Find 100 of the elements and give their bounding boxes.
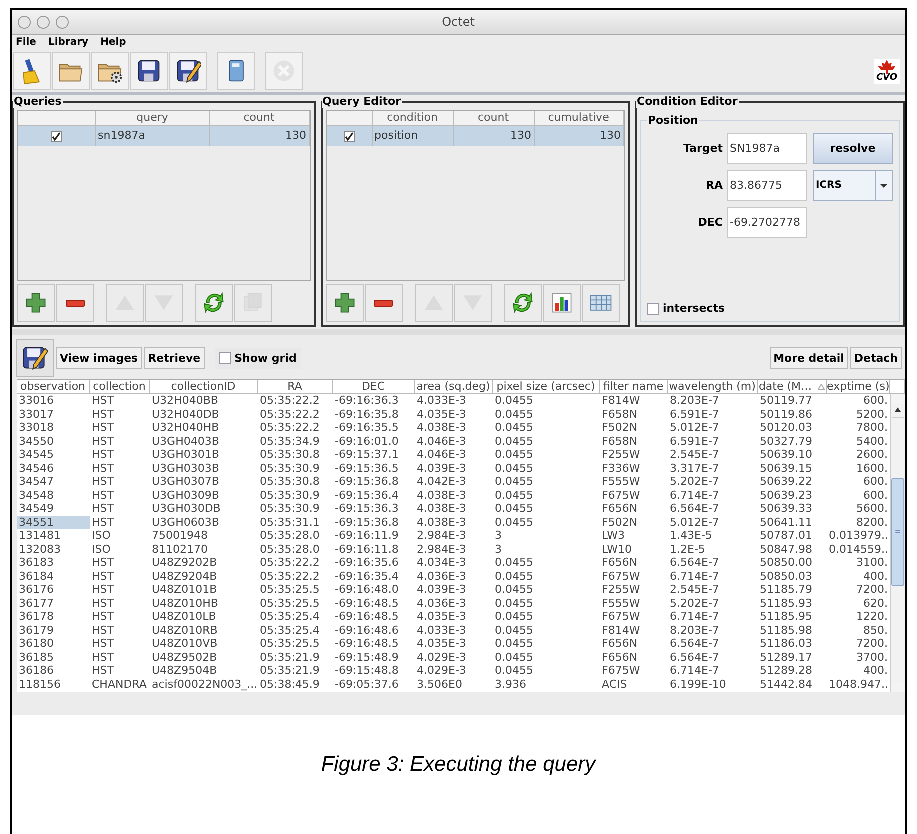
table-cell-text: HST (91, 570, 115, 583)
table-cell-text: U48Z9204B (151, 570, 218, 583)
column-header[interactable]: observation (17, 380, 90, 394)
floppy-edit-button[interactable] (169, 52, 207, 90)
table-cell-text: F814W (601, 624, 642, 637)
table-cell-text: -69:15:48.9 (334, 650, 400, 664)
toolbar-button[interactable]: View images (56, 347, 142, 369)
table-cell-text: HST (91, 610, 115, 624)
table-cell-text: 36176 (18, 583, 55, 596)
input-field[interactable]: -69.2702778 (727, 207, 807, 238)
table-cell-text: 34545 (18, 448, 55, 462)
table-cell-text: -69:05:37.6 (334, 678, 400, 691)
menu-item[interactable]: Library (48, 37, 89, 48)
table-cell-text: 4.042E-3 (416, 475, 468, 488)
table-cell-text: -69:16:36.3 (334, 394, 400, 408)
table-cell-text: 05:35:28.0 (259, 529, 321, 542)
table-cell-text: HST (91, 624, 115, 637)
checkbox[interactable] (218, 352, 231, 364)
toolbar-button[interactable]: More detail (770, 347, 848, 369)
column-header[interactable]: pixel size (arcsec) (493, 380, 600, 394)
table-cell-text: LW3 (601, 529, 626, 542)
column-header[interactable]: collectionID (150, 380, 258, 394)
table-cell-text: HST (91, 394, 115, 408)
checkbox[interactable] (647, 302, 659, 314)
table-cell-text: -69:15:37.1 (334, 448, 400, 462)
refresh-button[interactable] (195, 284, 233, 322)
table-cell-text: HST (91, 434, 115, 448)
book-button[interactable] (217, 52, 255, 90)
table-cell-text: 51186.03 (759, 637, 814, 650)
column-header[interactable]: RA (258, 380, 333, 394)
folder-button[interactable] (52, 52, 90, 90)
floppy-button[interactable] (130, 52, 168, 90)
table-cell-text: 4.038E-3 (416, 516, 468, 529)
table-cell: 34551 (17, 516, 90, 529)
table-cell-text: ISO (91, 542, 112, 556)
broom-button[interactable] (13, 52, 51, 90)
table-cell-text: F656N (601, 502, 639, 516)
table-cell-text: 05:35:25.5 (259, 583, 321, 596)
table-cell-text: 6.564E-7 (669, 637, 720, 650)
table-cell-text: 6.199E-10 (669, 678, 728, 691)
scrollbar[interactable] (890, 394, 905, 692)
refresh-button[interactable] (504, 284, 542, 322)
table-cell-text: 05:35:22.2 (259, 421, 321, 434)
column-header[interactable]: wavelength (m) (668, 380, 758, 394)
toolbar-button[interactable]: Detach (850, 347, 902, 369)
query-row[interactable]: sn1987a 130 (18, 126, 310, 146)
table-cell-text: 3.506E0 (416, 678, 464, 691)
toolbar-button[interactable]: Retrieve (144, 347, 205, 369)
input-field[interactable]: SN1987a (727, 133, 807, 164)
table-cell-text: 50641.11 (759, 516, 814, 529)
table-cell-text: 4.039E-3 (416, 462, 468, 475)
show-grid-checkbox[interactable]: Show grid (214, 348, 301, 368)
menu-item[interactable]: File (16, 37, 36, 48)
frame-dropdown[interactable]: ICRS (813, 170, 893, 201)
table-cell-text: 0.0455 (494, 624, 534, 637)
table-cell-text: 4.039E-3 (416, 583, 468, 596)
table-cell-text: 0.0455 (494, 434, 534, 448)
table-cell-text: 118156 (18, 678, 62, 691)
column-header[interactable]: exptime (s) (827, 380, 890, 394)
chart-button[interactable] (542, 284, 581, 322)
table-cell-text: 1.43E-5 (669, 529, 714, 542)
column-header[interactable]: date (M… (758, 380, 827, 394)
table-cell-text: 81102170 (151, 542, 209, 556)
minus-button[interactable] (56, 284, 94, 322)
table-cell-text: HST (91, 516, 115, 529)
checkbox[interactable] (344, 130, 355, 142)
table-cell-text: 5.202E-7 (669, 596, 720, 610)
floppy-pencil-button[interactable] (16, 339, 54, 377)
column-header[interactable]: collection (90, 380, 150, 394)
minus-button[interactable] (364, 284, 403, 322)
table-cell-text: 400. (862, 664, 889, 678)
column-header: count (454, 111, 535, 126)
column-header[interactable]: filter name (600, 380, 668, 394)
sort-triangle-icon (818, 384, 826, 390)
table-cell-text: 33018 (18, 421, 55, 434)
table-cell: sn1987a (96, 126, 210, 146)
column-header[interactable]: DEC (333, 380, 415, 394)
folder-gear-button[interactable] (91, 52, 129, 90)
table-cell-text: 33016 (18, 394, 55, 408)
panel-title: Queries (13, 95, 63, 108)
table-cell-text: -69:16:35.6 (334, 556, 400, 570)
intersects-checkbox[interactable]: intersects (647, 302, 893, 315)
table-cell-text: HST (91, 664, 115, 678)
table-cell-text: U48Z010LB (151, 610, 218, 624)
plus-button[interactable] (326, 284, 364, 322)
menu-item[interactable]: Help (100, 37, 126, 48)
resolve-button[interactable]: resolve (813, 133, 893, 164)
table-cell-text: 4.033E-3 (416, 624, 468, 637)
table-cell-text: 2.545E-7 (669, 583, 720, 596)
plus-button[interactable] (17, 284, 55, 322)
table-cell-text: 6.714E-7 (669, 570, 720, 583)
input-field[interactable]: 83.86775 (727, 170, 807, 201)
table-cell-text: 0.0455 (494, 502, 534, 516)
table-cell-text: F675W (601, 570, 642, 583)
condition-row[interactable]: position 130 130 (326, 126, 624, 146)
column-header[interactable]: area (sq.deg) (415, 380, 493, 394)
checkbox[interactable] (51, 130, 62, 142)
table-cell-text: 0.0455 (494, 516, 534, 529)
table-cell-text: 2.984E-3 (416, 529, 468, 542)
table-cell-text: U3GH0309B (151, 488, 220, 502)
